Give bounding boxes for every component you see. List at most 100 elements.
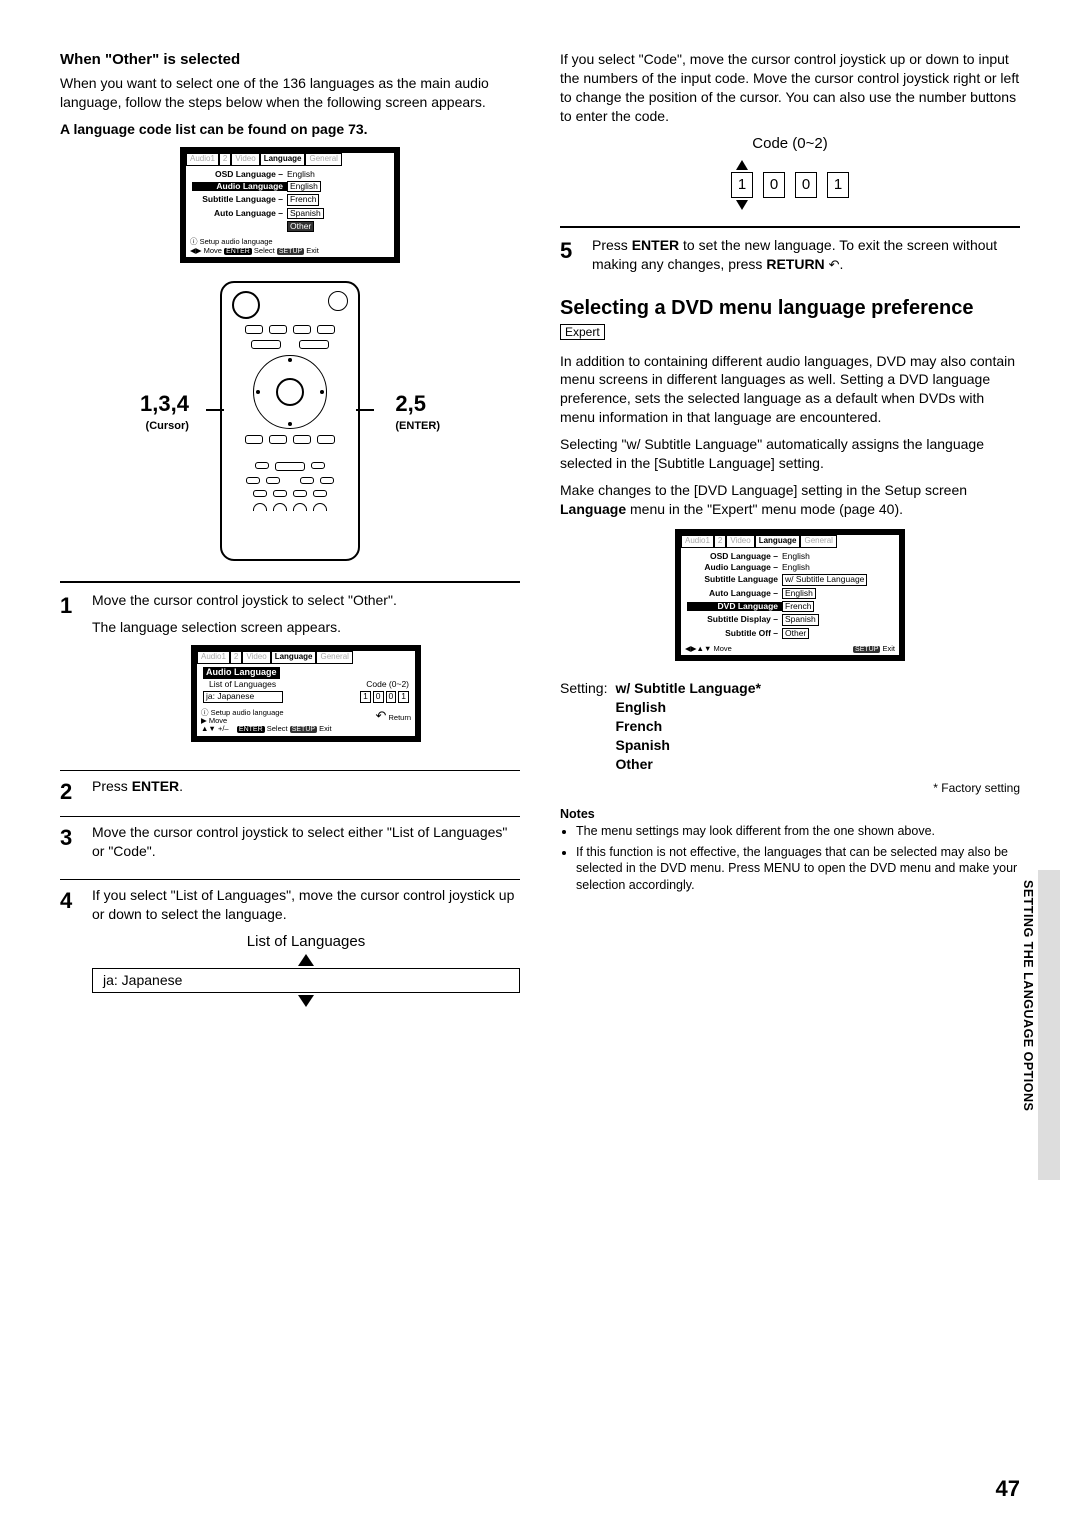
tab: Audio1 — [681, 535, 714, 548]
callout-left-sub: (Cursor) — [140, 419, 189, 434]
setting-label: Setting: — [560, 679, 607, 773]
expert-badge: Expert — [560, 324, 605, 340]
remote-button — [269, 435, 287, 444]
code-digit: 1 — [731, 172, 753, 198]
foot-select: Select — [254, 246, 275, 255]
heading-other-selected: When "Other" is selected — [60, 50, 520, 70]
foot-return: Return — [388, 713, 411, 722]
osd-row-val: English — [782, 588, 816, 599]
osd-code-label: Code (0~2) — [366, 680, 409, 689]
return-icon: ↶ — [829, 256, 840, 274]
remote-button — [300, 477, 314, 484]
setting-value: Spanish — [615, 736, 760, 755]
osd-row-val: w/ Subtitle Language — [782, 574, 867, 585]
remote-button — [317, 325, 335, 334]
osd-row-val: English — [782, 563, 810, 572]
foot-move: Move — [713, 644, 731, 653]
lol-field: ja: Japanese — [92, 968, 520, 993]
list-of-languages-diagram: List of Languages ja: Japanese — [92, 932, 520, 1007]
para-sec1: In addition to containing different audi… — [560, 352, 1020, 428]
foot-exit: Exit — [319, 724, 332, 733]
step1-text-b: The language selection screen appears. — [92, 618, 520, 637]
remote-button — [311, 462, 325, 469]
code-title: Code (0~2) — [560, 134, 1020, 154]
remote-button — [328, 291, 348, 311]
remote-button — [293, 435, 311, 444]
triangle-down-icon — [298, 995, 314, 1007]
osd-row-label: Subtitle Language – — [192, 195, 287, 204]
callout-right-sub: (ENTER) — [395, 419, 440, 434]
para-other-desc: When you want to select one of the 136 l… — [60, 74, 520, 112]
remote-button — [253, 490, 267, 497]
lol-title: List of Languages — [92, 932, 520, 952]
callout-right-num: 2,5 — [395, 389, 440, 419]
tab: General — [800, 535, 836, 548]
osd-row-label: Audio Language — [192, 182, 287, 191]
remote-button — [273, 490, 287, 497]
tab-video: Video — [231, 153, 259, 166]
factory-setting-note: * Factory setting — [560, 780, 1020, 796]
remote-button — [251, 340, 281, 349]
osd-row-val: French — [287, 194, 319, 205]
osd-row-label: Audio Language – — [687, 563, 782, 572]
tab-audio1: Audio1 — [186, 153, 219, 166]
remote-illustration: 1,3,4 (Cursor) 2,5 (ENTER) — [150, 281, 430, 561]
osd-screenshot-dvd-language: Audio1 2 Video Language General OSD Lang… — [675, 529, 905, 661]
code-entry-diagram: Code (0~2) 1 0 0 1 — [560, 134, 1020, 212]
remote-button — [313, 503, 327, 511]
step-number-1: 1 — [60, 591, 80, 759]
setting-value: Other — [615, 755, 760, 774]
osd-row-val: English — [287, 181, 321, 192]
callout-left-num: 1,3,4 — [140, 389, 189, 419]
remote-button — [275, 462, 305, 471]
triangle-down-icon — [736, 200, 748, 210]
remote-button — [293, 325, 311, 334]
osd-row-label: OSD Language – — [687, 552, 782, 561]
remote-button — [269, 325, 287, 334]
osd-row-label: Subtitle Language — [687, 575, 782, 584]
code-digit: 0 — [795, 172, 817, 198]
osd-lang-field: ja: Japanese — [203, 691, 283, 702]
remote-button — [273, 503, 287, 511]
foot-plusminus: +/– — [218, 724, 229, 733]
osd-row-label: Auto Language – — [192, 209, 287, 218]
osd-heading: Audio Language — [203, 667, 280, 679]
tab: Language — [755, 535, 801, 548]
osd-screenshot-audio-language: Audio1 2 Video Language General Audio La… — [191, 645, 421, 742]
osd-row-val: Spanish — [287, 208, 324, 219]
remote-button — [245, 435, 263, 444]
triangle-up-icon — [736, 160, 748, 170]
osd-code-digit: 0 — [373, 691, 384, 702]
tab: Language — [271, 651, 317, 664]
osd-row-val: English — [782, 552, 810, 561]
tab: 2 — [230, 651, 242, 664]
tab-2: 2 — [219, 153, 231, 166]
remote-button — [317, 435, 335, 444]
remote-button — [313, 490, 327, 497]
remote-button — [299, 340, 329, 349]
remote-button — [293, 490, 307, 497]
para-codelist-ref: A language code list can be found on pag… — [60, 120, 520, 139]
tab: Video — [242, 651, 270, 664]
tab-general: General — [305, 153, 341, 166]
foot-exit: Exit — [306, 246, 319, 255]
osd-row-val: English — [287, 170, 315, 179]
osd-row-label: Subtitle Off – — [687, 629, 782, 638]
setting-value: English — [615, 698, 760, 717]
osd-row-label: OSD Language – — [192, 170, 287, 179]
foot-enter: ENTER — [224, 248, 252, 255]
step3-text: Move the cursor control joystick to sele… — [92, 823, 520, 861]
foot-exit: Exit — [882, 644, 895, 653]
tab: Audio1 — [197, 651, 230, 664]
foot-setup: SETUP — [277, 248, 304, 255]
triangle-up-icon — [298, 954, 314, 966]
step1-text-a: Move the cursor control joystick to sele… — [92, 591, 520, 610]
heading-dvd-menu-language: Selecting a DVD menu language preference… — [560, 296, 1020, 344]
osd-row-val: Other — [782, 628, 809, 639]
side-tab-bg — [1038, 870, 1060, 1180]
step-number-3: 3 — [60, 823, 80, 869]
osd-code-digit: 1 — [398, 691, 409, 702]
osd-row-val: Spanish — [782, 614, 819, 625]
foot-setup: SETUP — [290, 726, 317, 733]
step-number-4: 4 — [60, 886, 80, 1021]
